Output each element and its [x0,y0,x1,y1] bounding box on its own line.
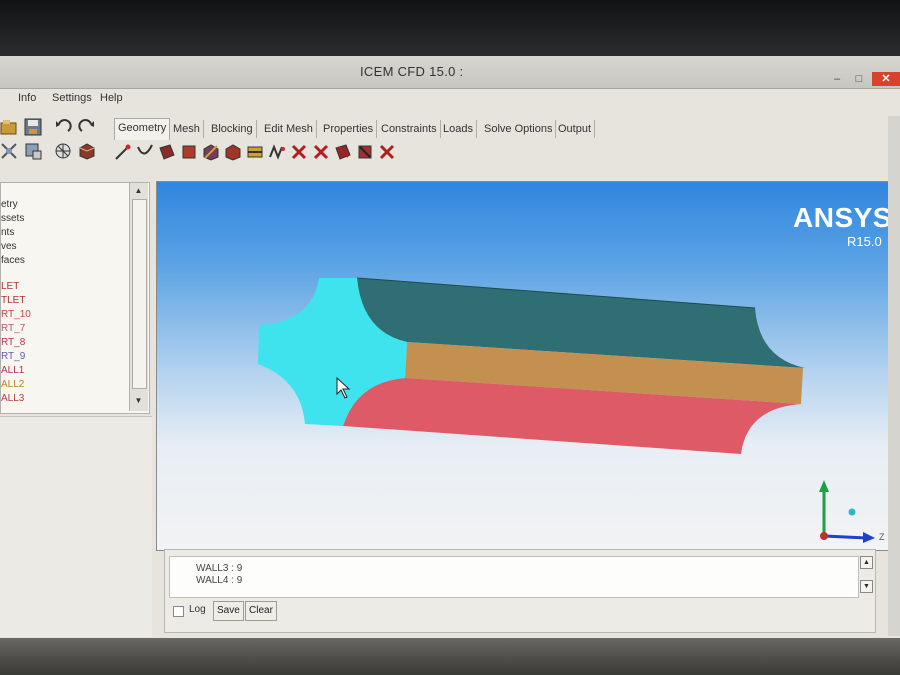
tab-geometry[interactable]: Geometry [114,118,171,140]
tree-item[interactable]: RT_10 [1,309,31,320]
save-button[interactable]: Save [213,601,244,621]
undo-icon[interactable] [54,118,72,136]
tree-item[interactable]: RT_8 [1,337,25,348]
open-project-icon[interactable] [0,118,18,136]
ansys-version: R15.0 [847,234,882,249]
log-label: Log [189,604,206,615]
tab-solve-options[interactable]: Solve Options [481,120,557,138]
create-surface-icon[interactable] [158,143,176,161]
axis-y-label: Y [831,464,838,474]
delete-point-icon[interactable] [290,143,308,161]
axis-z-label: Z [879,532,885,542]
tree-item[interactable]: RT_9 [1,351,25,362]
delete-body-icon[interactable] [356,143,374,161]
clear-button[interactable]: Clear [245,601,277,621]
repair-geometry-icon[interactable] [202,143,220,161]
tree-item[interactable]: ALL2 [1,379,24,390]
menu-settings[interactable]: Settings [52,92,92,104]
tree-item[interactable]: ves [1,241,17,252]
tree-item[interactable]: nts [1,227,14,238]
close-button[interactable]: ✕ [872,72,900,86]
tab-blocking[interactable]: Blocking [208,120,257,138]
model-tree-scrollbar[interactable]: ▲ ▼ [129,183,148,411]
create-curve-icon[interactable] [136,143,154,161]
tab-mesh[interactable]: Mesh [170,120,204,138]
console-scrollbar[interactable]: ▲ ▼ [858,550,874,598]
console-scroll-down-icon[interactable]: ▼ [860,580,873,593]
geometry-toolbar [114,143,434,165]
create-body-icon[interactable] [180,143,198,161]
zoom-box-icon[interactable] [24,142,42,160]
monitor-bezel-top [0,0,900,58]
tab-properties[interactable]: Properties [320,120,378,138]
model-geometry [258,277,875,543]
tree-item[interactable]: faces [1,255,25,266]
delete-any-entity-icon[interactable] [378,143,396,161]
tree-item[interactable]: TLET [1,295,25,306]
tab-edit-mesh[interactable]: Edit Mesh [261,120,317,138]
window-title: ICEM CFD 15.0 : [360,64,464,79]
tree-item[interactable]: ALL1 [1,365,24,376]
message-log: WALL3 : 9 WALL4 : 9 [169,556,859,598]
tab-output[interactable]: Output [555,120,596,138]
axis-triad [819,480,875,543]
console-scroll-up-icon[interactable]: ▲ [860,556,873,569]
data-entry-panel [0,416,152,637]
save-project-icon[interactable] [24,118,42,136]
monitor-bezel-bottom [0,638,900,675]
wireframe-icon[interactable] [54,142,72,160]
tab-loads[interactable]: Loads [440,120,477,138]
solid-shade-icon[interactable] [78,142,96,160]
fit-window-icon[interactable] [0,142,18,160]
tab-constraints[interactable]: Constraints [378,120,441,138]
log-checkbox[interactable] [173,606,184,617]
model-tree: etry ssets nts ves faces LET TLET RT_10 RT_7 RT_8… [0,182,150,414]
message-console: WALL3 : 9 WALL4 : 9 ▲ ▼ Log Save Clear [164,549,876,633]
restore-icon[interactable] [246,143,264,161]
create-point-icon[interactable] [114,143,132,161]
scrollbar-thumb[interactable] [132,199,147,389]
scroll-down-arrow-icon[interactable]: ▼ [132,395,145,407]
graphics-viewport[interactable]: ANSYS R15.0 Y Z [156,181,896,551]
tree-item[interactable]: RT_7 [1,323,25,334]
right-panel-edge [888,116,900,636]
scroll-up-arrow-icon[interactable]: ▲ [132,185,145,197]
utility-toolbar [0,116,110,172]
menu-info[interactable]: Info [18,92,36,104]
maximize-button[interactable]: □ [850,72,868,86]
console-line: WALL4 : 9 [196,575,243,586]
redo-icon[interactable] [78,118,96,136]
delete-surface-icon[interactable] [334,143,352,161]
title-bar: ICEM CFD 15.0 : – □ ✕ [0,56,900,89]
delete-curve-icon[interactable] [312,143,330,161]
application-window: ICEM CFD 15.0 : – □ ✕ Info Settings Help… [0,56,900,640]
menu-bar: Info Settings Help [0,88,900,110]
tree-item[interactable]: LET [1,281,19,292]
tree-item[interactable]: ssets [1,213,24,224]
menu-help[interactable]: Help [100,92,123,104]
minimize-button[interactable]: – [828,72,846,86]
ansys-logo: ANSYS [793,202,892,233]
tree-item[interactable]: ALL3 [1,393,24,404]
midsurface-icon[interactable] [268,143,286,161]
transform-icon[interactable] [224,143,242,161]
console-line: WALL3 : 9 [196,563,243,574]
tree-item[interactable]: etry [1,199,18,210]
function-tabs: Geometry Mesh Blocking Edit Mesh Propert… [110,118,610,140]
